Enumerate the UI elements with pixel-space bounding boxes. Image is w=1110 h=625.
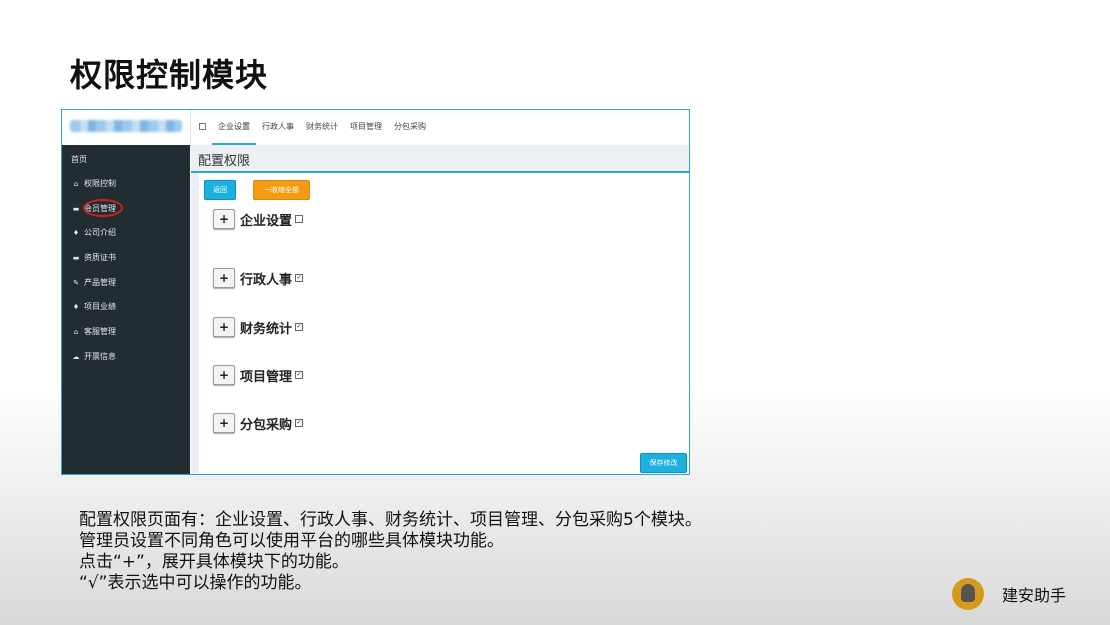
sidebar-item-label: 产品管理 xyxy=(84,278,116,287)
back-button[interactable]: 返回 xyxy=(204,180,236,200)
module-checkbox[interactable]: ✓ xyxy=(295,419,304,427)
tab-finance[interactable]: 财务统计 xyxy=(300,110,344,143)
module-project: + 项目管理 ✓ xyxy=(213,364,304,386)
highlight-circle xyxy=(83,199,123,217)
description-line: “√”表示选中可以操作的功能。 xyxy=(79,573,312,593)
cloud-icon: ☁ xyxy=(72,353,80,361)
sidebar-item-permissions[interactable]: ⌂ 权限控制 xyxy=(71,177,116,191)
module-checkbox[interactable]: ✓ xyxy=(295,323,304,331)
module-checkbox[interactable] xyxy=(295,215,304,223)
brand-name: 建安助手 xyxy=(1002,586,1067,605)
sidebar-item-certificates[interactable]: ▬ 资质证书 xyxy=(71,251,116,265)
description-line: 管理员设置不同角色可以使用平台的哪些具体模块功能。 xyxy=(79,531,504,551)
module-checkbox[interactable]: ✓ xyxy=(295,371,304,379)
slide-title: 权限控制模块 xyxy=(70,56,269,94)
tab-procurement[interactable]: 分包采购 xyxy=(388,110,432,143)
top-tabs: 企业设置 行政人事 财务统计 项目管理 分包采购 xyxy=(212,110,432,145)
module-finance: + 财务统计 ✓ xyxy=(213,316,304,338)
save-button[interactable]: 保存修改 xyxy=(640,453,687,473)
page-title: 配置权限 xyxy=(198,154,251,169)
sidebar-item-projects[interactable]: ♦ 项目业绩 xyxy=(71,300,116,314)
pin-icon: ♦ xyxy=(72,303,80,311)
home-icon: ⌂ xyxy=(73,180,79,188)
top-bar: 企业设置 行政人事 财务统计 项目管理 分包采购 xyxy=(62,110,689,146)
menu-toggle-icon[interactable] xyxy=(199,123,206,130)
module-checkbox[interactable]: ✓ xyxy=(295,274,304,282)
tag-icon: ✎ xyxy=(73,279,79,287)
module-label: 财务统计 xyxy=(240,321,293,337)
expand-button[interactable]: + xyxy=(213,365,235,385)
comment-icon: ▬ xyxy=(72,205,80,213)
divider xyxy=(190,110,191,145)
brand: 建安助手 xyxy=(952,578,1066,610)
tab-hr[interactable]: 行政人事 xyxy=(256,110,300,143)
page-header: 配置权限 xyxy=(191,145,689,173)
app-screenshot: 企业设置 行政人事 财务统计 项目管理 分包采购 首页 ⌂ 权限控制 ▬ 会员管… xyxy=(61,109,690,475)
pin-icon: ♦ xyxy=(72,229,80,237)
expand-button[interactable]: + xyxy=(213,317,235,337)
comment-icon: ▬ xyxy=(72,254,80,262)
module-label: 企业设置 xyxy=(240,213,293,229)
description: 配置权限页面有：企业设置、行政人事、财务统计、项目管理、分包采购5个模块。 管理… xyxy=(79,510,702,594)
sidebar-item-label: 客服管理 xyxy=(84,327,116,336)
module-label: 行政人事 xyxy=(240,272,293,288)
sidebar-item-label: 权限控制 xyxy=(84,179,116,188)
sidebar-item-support[interactable]: ⌂ 客服管理 xyxy=(71,325,116,339)
expand-button[interactable]: + xyxy=(213,413,235,433)
tab-project[interactable]: 项目管理 xyxy=(344,110,388,143)
blurred-logo xyxy=(70,120,182,132)
content-gutter xyxy=(191,173,199,474)
description-line: 配置权限页面有：企业设置、行政人事、财务统计、项目管理、分包采购5个模块。 xyxy=(79,510,702,530)
sidebar-item-label: 资质证书 xyxy=(84,253,116,262)
sidebar: 首页 ⌂ 权限控制 ▬ 会员管理 ♦ 公司介绍 ▬ 资质证书 ✎ 产品管理 ♦ … xyxy=(62,145,190,474)
sidebar-item-label: 首页 xyxy=(71,155,87,164)
sidebar-item-company[interactable]: ♦ 公司介绍 xyxy=(71,226,116,240)
expand-button[interactable]: + xyxy=(213,209,235,229)
sidebar-item-label: 开票信息 xyxy=(84,352,116,361)
brand-logo-icon xyxy=(952,578,984,610)
sidebar-item-products[interactable]: ✎ 产品管理 xyxy=(71,276,116,290)
home-icon: ⌂ xyxy=(73,328,79,336)
module-hr: + 行政人事 ✓ xyxy=(213,267,304,289)
sidebar-item-home[interactable]: 首页 xyxy=(71,153,87,167)
sidebar-item-label: 项目业绩 xyxy=(84,302,116,311)
tab-company-settings[interactable]: 企业设置 xyxy=(212,110,256,145)
description-line: 点击“+”，展开具体模块下的功能。 xyxy=(79,552,349,572)
collapse-all-button[interactable]: 一收缩全部 xyxy=(253,180,310,200)
module-company-settings: + 企业设置 xyxy=(213,208,304,230)
expand-button[interactable]: + xyxy=(213,268,235,288)
sidebar-item-invoice[interactable]: ☁ 开票信息 xyxy=(71,350,117,364)
module-label: 项目管理 xyxy=(240,369,293,385)
module-label: 分包采购 xyxy=(240,417,293,433)
module-procurement: + 分包采购 ✓ xyxy=(213,412,304,434)
sidebar-item-label: 公司介绍 xyxy=(84,228,116,237)
